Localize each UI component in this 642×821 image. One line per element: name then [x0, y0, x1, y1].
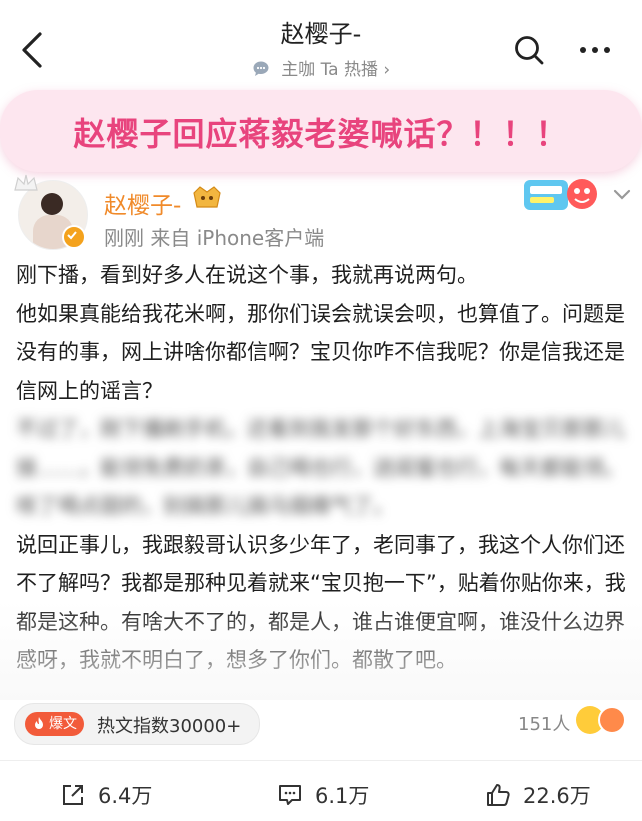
- hot-badge: 爆文: [25, 712, 84, 736]
- like-icon: [487, 784, 510, 806]
- post-meta: 刚刚 来自 iPhone客户端: [104, 226, 325, 250]
- flame-icon: [35, 717, 43, 729]
- verified-icon: [62, 225, 86, 249]
- crown-icon: [14, 174, 38, 191]
- comment-icon: [279, 785, 301, 805]
- live-status-text: 主咖 Ta 热播: [281, 60, 378, 80]
- likers-count[interactable]: 151人: [518, 710, 570, 736]
- chat-icon: [253, 61, 269, 76]
- post-paragraph: 他如果真能给我花米啊，那你们误会就误会呗，也算值了。问题是没有的事，网上讲啥你都…: [16, 301, 625, 403]
- top-nav-bar: 赵樱子- 主咖 Ta 热播 ›: [0, 0, 642, 88]
- comment-count: 6.1万: [315, 784, 370, 808]
- hot-index-pill[interactable]: 爆文 热文指数30000+: [14, 703, 260, 745]
- headline-text: 赵樱子回应蒋毅老婆喊话？！！！: [73, 115, 569, 153]
- vip-icon: [193, 186, 221, 208]
- like-count: 22.6万: [523, 784, 591, 808]
- content-fade: [0, 600, 642, 700]
- hot-badge-label: 爆文: [49, 716, 77, 732]
- share-icon: [63, 785, 83, 805]
- search-icon[interactable]: [513, 34, 545, 66]
- chevron-right-icon: ›: [383, 60, 391, 80]
- live-status-link[interactable]: 主咖 Ta 热播 ›: [0, 55, 642, 80]
- hot-index-text: 热文指数30000+: [97, 716, 242, 737]
- heart-eyes-emoji-icon: [598, 706, 626, 734]
- post-paragraph: 刚下播，看到好多人在说这个事，我就再说两句。: [16, 263, 478, 287]
- more-icon[interactable]: [578, 37, 612, 63]
- chevron-down-icon[interactable]: [612, 188, 632, 202]
- page-title: 赵樱子-: [280, 20, 362, 48]
- share-count: 6.4万: [98, 784, 153, 808]
- headline-banner: 赵樱子回应蒋毅老婆喊话？！！！: [0, 90, 642, 172]
- event-sticker-icon[interactable]: [520, 172, 604, 218]
- post-paragraph-blurred: 不过了，刚下播刷手机，还看到我发那个好东西，上海宝贝那那儿接……，能领免费奶茶，…: [16, 417, 625, 518]
- divider: [0, 760, 642, 761]
- author-name[interactable]: 赵樱子-: [104, 186, 181, 220]
